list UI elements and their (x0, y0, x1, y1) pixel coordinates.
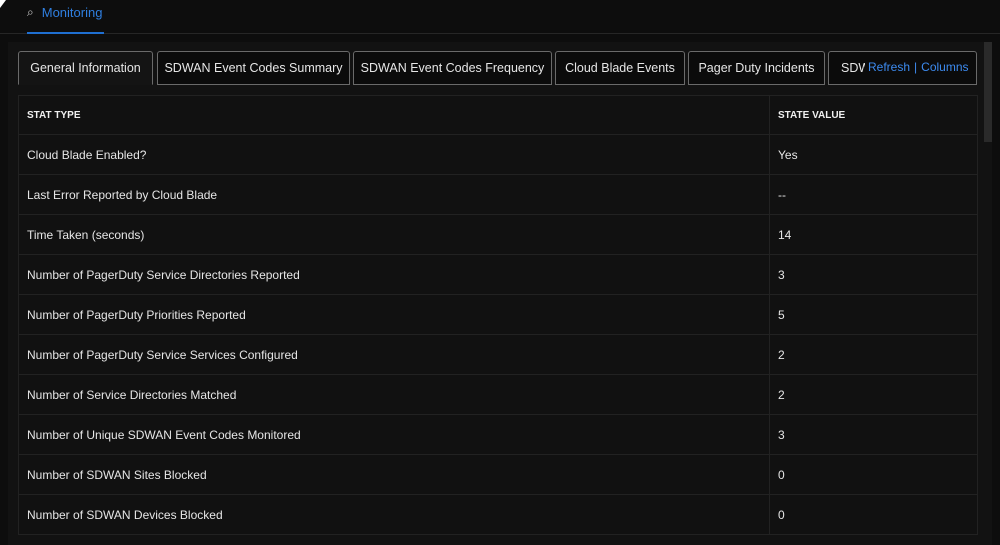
stat-type-cell: Number of SDWAN Sites Blocked (18, 454, 770, 495)
state-value-cell: 0 (769, 454, 978, 495)
state-value-cell: -- (769, 174, 978, 215)
stat-type-cell: Number of Service Directories Matched (18, 374, 770, 415)
state-value-cell: 3 (769, 414, 978, 455)
table-row: Number of Unique SDWAN Event Codes Monit… (18, 414, 978, 455)
state-value-cell: Yes (769, 134, 978, 175)
state-value-cell: 0 (769, 494, 978, 535)
table-row: Number of PagerDuty Service Services Con… (18, 334, 978, 375)
state-value-cell: 2 (769, 334, 978, 375)
stat-type-cell: Number of PagerDuty Service Services Con… (18, 334, 770, 375)
stat-type-cell: Cloud Blade Enabled? (18, 134, 770, 175)
stats-table: STAT TYPE STATE VALUE Cloud Blade Enable… (18, 95, 978, 535)
refresh-link[interactable]: Refresh (868, 60, 910, 74)
table-row: Number of SDWAN Devices Blocked 0 (18, 494, 978, 535)
stat-type-cell: Number of Unique SDWAN Event Codes Monit… (18, 414, 770, 455)
stat-type-cell: Number of SDWAN Devices Blocked (18, 494, 770, 535)
tab-sdwan-incident-state[interactable]: SDWAN Incident State Refresh | Columns ∨ (828, 51, 977, 85)
table-row: Cloud Blade Enabled? Yes (18, 134, 978, 175)
tab-cloud-blade-events[interactable]: Cloud Blade Events (555, 51, 685, 85)
stat-type-cell: Last Error Reported by Cloud Blade (18, 174, 770, 215)
state-value-cell: 5 (769, 294, 978, 335)
table-row: Number of Service Directories Matched 2 (18, 374, 978, 415)
table-row: Number of PagerDuty Priorities Reported 5 (18, 294, 978, 335)
table-header-row: STAT TYPE STATE VALUE (18, 95, 978, 135)
state-value-cell: 3 (769, 254, 978, 295)
stat-type-cell: Time Taken (seconds) (18, 214, 770, 255)
nav-tab-label: Monitoring (41, 5, 103, 20)
table-row: Number of SDWAN Sites Blocked 0 (18, 454, 978, 495)
tab-sdwan-event-codes-summary[interactable]: SDWAN Event Codes Summary (157, 51, 350, 85)
search-icon: ⌕ (27, 5, 34, 19)
scrollbar[interactable] (984, 42, 992, 142)
table-row: Time Taken (seconds) 14 (18, 214, 978, 255)
separator: | (914, 60, 918, 74)
state-value-cell: 14 (769, 214, 978, 255)
top-nav: ⌕ Monitoring (0, 0, 1000, 34)
table-actions: Refresh | Columns (865, 60, 972, 74)
tab-sdwan-event-codes-frequency[interactable]: SDWAN Event Codes Frequency (353, 51, 552, 85)
column-header-stat-type[interactable]: STAT TYPE (18, 95, 770, 135)
state-value-cell: 2 (769, 374, 978, 415)
tab-pager-duty-incidents[interactable]: Pager Duty Incidents (688, 51, 825, 85)
table-row: Number of PagerDuty Service Directories … (18, 254, 978, 295)
nav-tab-monitoring[interactable]: ⌕ Monitoring (27, 0, 105, 34)
stat-type-cell: Number of PagerDuty Priorities Reported (18, 294, 770, 335)
columns-link[interactable]: Columns (921, 60, 968, 74)
column-header-state-value[interactable]: STATE VALUE (769, 95, 978, 135)
stat-type-cell: Number of PagerDuty Service Directories … (18, 254, 770, 295)
tab-general-information[interactable]: General Information (18, 51, 153, 85)
table-row: Last Error Reported by Cloud Blade -- (18, 174, 978, 215)
